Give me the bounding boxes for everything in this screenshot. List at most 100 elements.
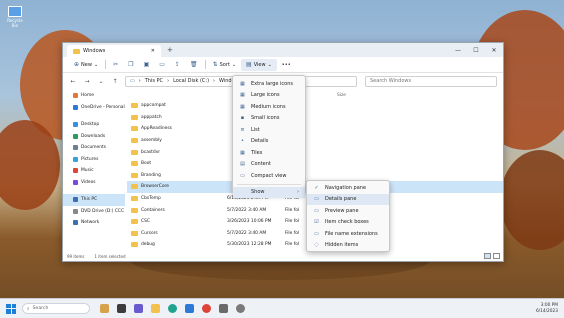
breadcrumb-chevron: ›: [138, 78, 141, 84]
details-view-toggle[interactable]: [484, 253, 491, 259]
menu-item-hidden-items[interactable]: ◌ Hidden items: [307, 240, 389, 252]
sidebar-item-label: DVD Drive (D:) CCC: [81, 208, 125, 214]
menu-item-content[interactable]: ▤ Content: [233, 159, 305, 171]
menu-item-tiles[interactable]: ▦ Tiles: [233, 147, 305, 159]
sidebar-item-network[interactable]: Network: [63, 217, 125, 229]
menu-item-details-pane[interactable]: ▭ Details pane: [307, 193, 389, 205]
title-bar: Windows ✕ + — ☐ ✕: [63, 43, 503, 57]
rename-button[interactable]: ▭: [154, 59, 170, 71]
cut-button[interactable]: ✂: [108, 59, 123, 71]
sidebar-item-dvd-drive[interactable]: DVD Drive (D:) CCC: [63, 206, 125, 218]
chevron-down-icon[interactable]: ⌄: [97, 78, 105, 85]
menu-item-file-name-extensions[interactable]: ▭ File name extensions: [307, 228, 389, 240]
new-button[interactable]: ⊕ New ⌄: [69, 59, 103, 71]
file-explorer-icon[interactable]: [151, 304, 160, 313]
up-arrow-icon[interactable]: ↑: [111, 78, 119, 85]
new-tab-icon[interactable]: +: [167, 46, 173, 54]
column-header-size[interactable]: Size: [337, 93, 346, 98]
copilot-icon[interactable]: [100, 304, 109, 313]
sidebar-item-home[interactable]: Home: [63, 90, 125, 102]
sidebar-item-documents[interactable]: Documents: [63, 142, 125, 154]
paste-button[interactable]: ▣: [139, 59, 155, 71]
chrome-icon[interactable]: [202, 304, 211, 313]
table-row[interactable]: assembly: [127, 135, 503, 147]
sidebar-item-desktop[interactable]: Desktop: [63, 119, 125, 131]
chevron-down-icon: ⌄: [267, 61, 272, 68]
tab-title: Windows: [83, 48, 106, 54]
search-icon: ⌕: [27, 306, 30, 312]
system-clock[interactable]: 3:00 PM 6/14/2023: [536, 303, 558, 315]
minimize-icon[interactable]: —: [449, 47, 467, 54]
sidebar-item-this-pc[interactable]: This PC: [63, 194, 125, 206]
back-arrow-icon[interactable]: ←: [69, 78, 77, 85]
content-icon: ▤: [240, 161, 245, 168]
taskbar-search[interactable]: ⌕ Search: [22, 303, 90, 314]
menu-item-show[interactable]: Show ›: [233, 186, 305, 198]
plus-circle-icon: ⊕: [74, 61, 80, 68]
monitor-icon: ▭: [130, 78, 135, 84]
tree-foliage: [500, 150, 564, 250]
menu-item-medium-icons[interactable]: ▦ Medium icons: [233, 101, 305, 113]
sidebar-item-downloads[interactable]: Downloads: [63, 131, 125, 143]
copy-button[interactable]: ❐: [123, 59, 138, 71]
table-row[interactable]: appcompat: [127, 100, 503, 112]
view-button[interactable]: ▤ View ⌄: [241, 58, 277, 71]
chevron-down-icon: ⌄: [93, 61, 99, 68]
mail-icon[interactable]: [219, 304, 228, 313]
sidebar-item-music[interactable]: Music: [63, 165, 125, 177]
file-name: bcastdvr: [141, 149, 161, 155]
menu-item-label: Preview pane: [325, 207, 359, 214]
menu-item-extra-large-icons[interactable]: ▦ Extra large icons: [233, 78, 305, 90]
tab-windows[interactable]: Windows ✕: [67, 45, 161, 57]
breadcrumb-this-pc[interactable]: This PC: [145, 78, 163, 84]
menu-item-preview-pane[interactable]: ▭ Preview pane: [307, 205, 389, 217]
sort-button[interactable]: ⇅ Sort ⌄: [208, 59, 241, 71]
edge-icon[interactable]: [168, 304, 177, 313]
trash-icon: 🗑: [189, 61, 198, 68]
close-icon[interactable]: ✕: [485, 47, 503, 54]
file-name: Branding: [141, 172, 161, 178]
share-button[interactable]: ⇪: [170, 59, 185, 71]
task-view-icon[interactable]: [117, 304, 126, 313]
recycle-bin-desktop-icon[interactable]: Recycle Bin: [4, 6, 26, 28]
menu-item-small-icons[interactable]: ▪ Small icons: [233, 113, 305, 125]
breadcrumb-local-disk[interactable]: Local Disk (C:): [173, 78, 209, 84]
sidebar-item-pictures[interactable]: Pictures: [63, 154, 125, 166]
menu-item-compact-view[interactable]: ▭ Compact view: [233, 170, 305, 182]
menu-item-list[interactable]: ≡ List: [233, 124, 305, 136]
menu-item-item-check-boxes[interactable]: ☑ Item check boxes: [307, 217, 389, 229]
file-extension-icon: ▭: [314, 230, 319, 237]
file-name: apppatch: [141, 114, 162, 120]
more-options-button[interactable]: •••: [277, 59, 296, 71]
windows-logo-icon: [6, 303, 11, 308]
table-row[interactable]: AppReadiness: [127, 123, 503, 135]
store-icon[interactable]: [185, 304, 194, 313]
settings-icon[interactable]: [236, 304, 245, 313]
cloud-icon: [73, 104, 78, 110]
sort-icon: ⇅: [212, 61, 218, 68]
maximize-icon[interactable]: ☐: [467, 47, 485, 54]
file-name: debug: [141, 242, 155, 248]
start-button[interactable]: [6, 303, 16, 314]
forward-arrow-icon[interactable]: →: [83, 78, 91, 85]
tiles-view-toggle[interactable]: [493, 253, 500, 259]
menu-item-details[interactable]: • Details: [233, 136, 305, 148]
menu-item-navigation-pane[interactable]: ✓ Navigation pane: [307, 182, 389, 194]
delete-button[interactable]: 🗑: [185, 59, 203, 71]
table-row[interactable]: apppatch: [127, 112, 503, 124]
sidebar-item-label: Network: [81, 220, 100, 226]
menu-item-large-icons[interactable]: ▦ Large icons: [233, 90, 305, 102]
sidebar-item-videos[interactable]: Videos: [63, 177, 125, 189]
view-label: View: [253, 61, 266, 68]
table-row[interactable]: bcastdvr: [127, 146, 503, 158]
search-input[interactable]: Search Windows: [365, 75, 497, 87]
paste-icon: ▣: [143, 61, 150, 68]
teams-icon[interactable]: [134, 304, 143, 313]
file-name: Boot: [141, 161, 152, 167]
date-modified: 5/30/2023 12:28 PM: [227, 242, 272, 248]
chevron-right-icon: ›: [297, 189, 299, 196]
selection-count: 1 item selected: [94, 253, 126, 259]
sidebar-item-onedrive[interactable]: OneDrive - Personal: [63, 102, 125, 114]
close-tab-icon[interactable]: ✕: [151, 48, 155, 54]
table-row[interactable]: Boot: [127, 158, 503, 170]
